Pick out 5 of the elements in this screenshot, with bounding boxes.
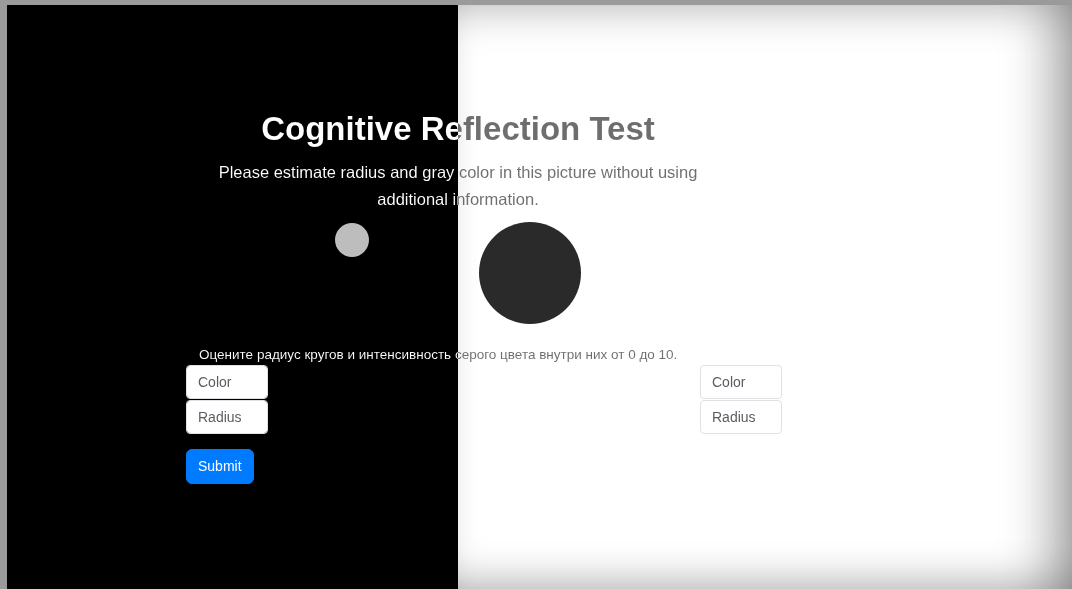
- submit-button[interactable]: Submit: [186, 448, 254, 484]
- input-field[interactable]: Radius: [700, 399, 782, 434]
- input-field[interactable]: Color: [186, 364, 268, 399]
- input-field[interactable]: Color: [700, 364, 782, 399]
- input-field[interactable]: Radius: [186, 399, 268, 434]
